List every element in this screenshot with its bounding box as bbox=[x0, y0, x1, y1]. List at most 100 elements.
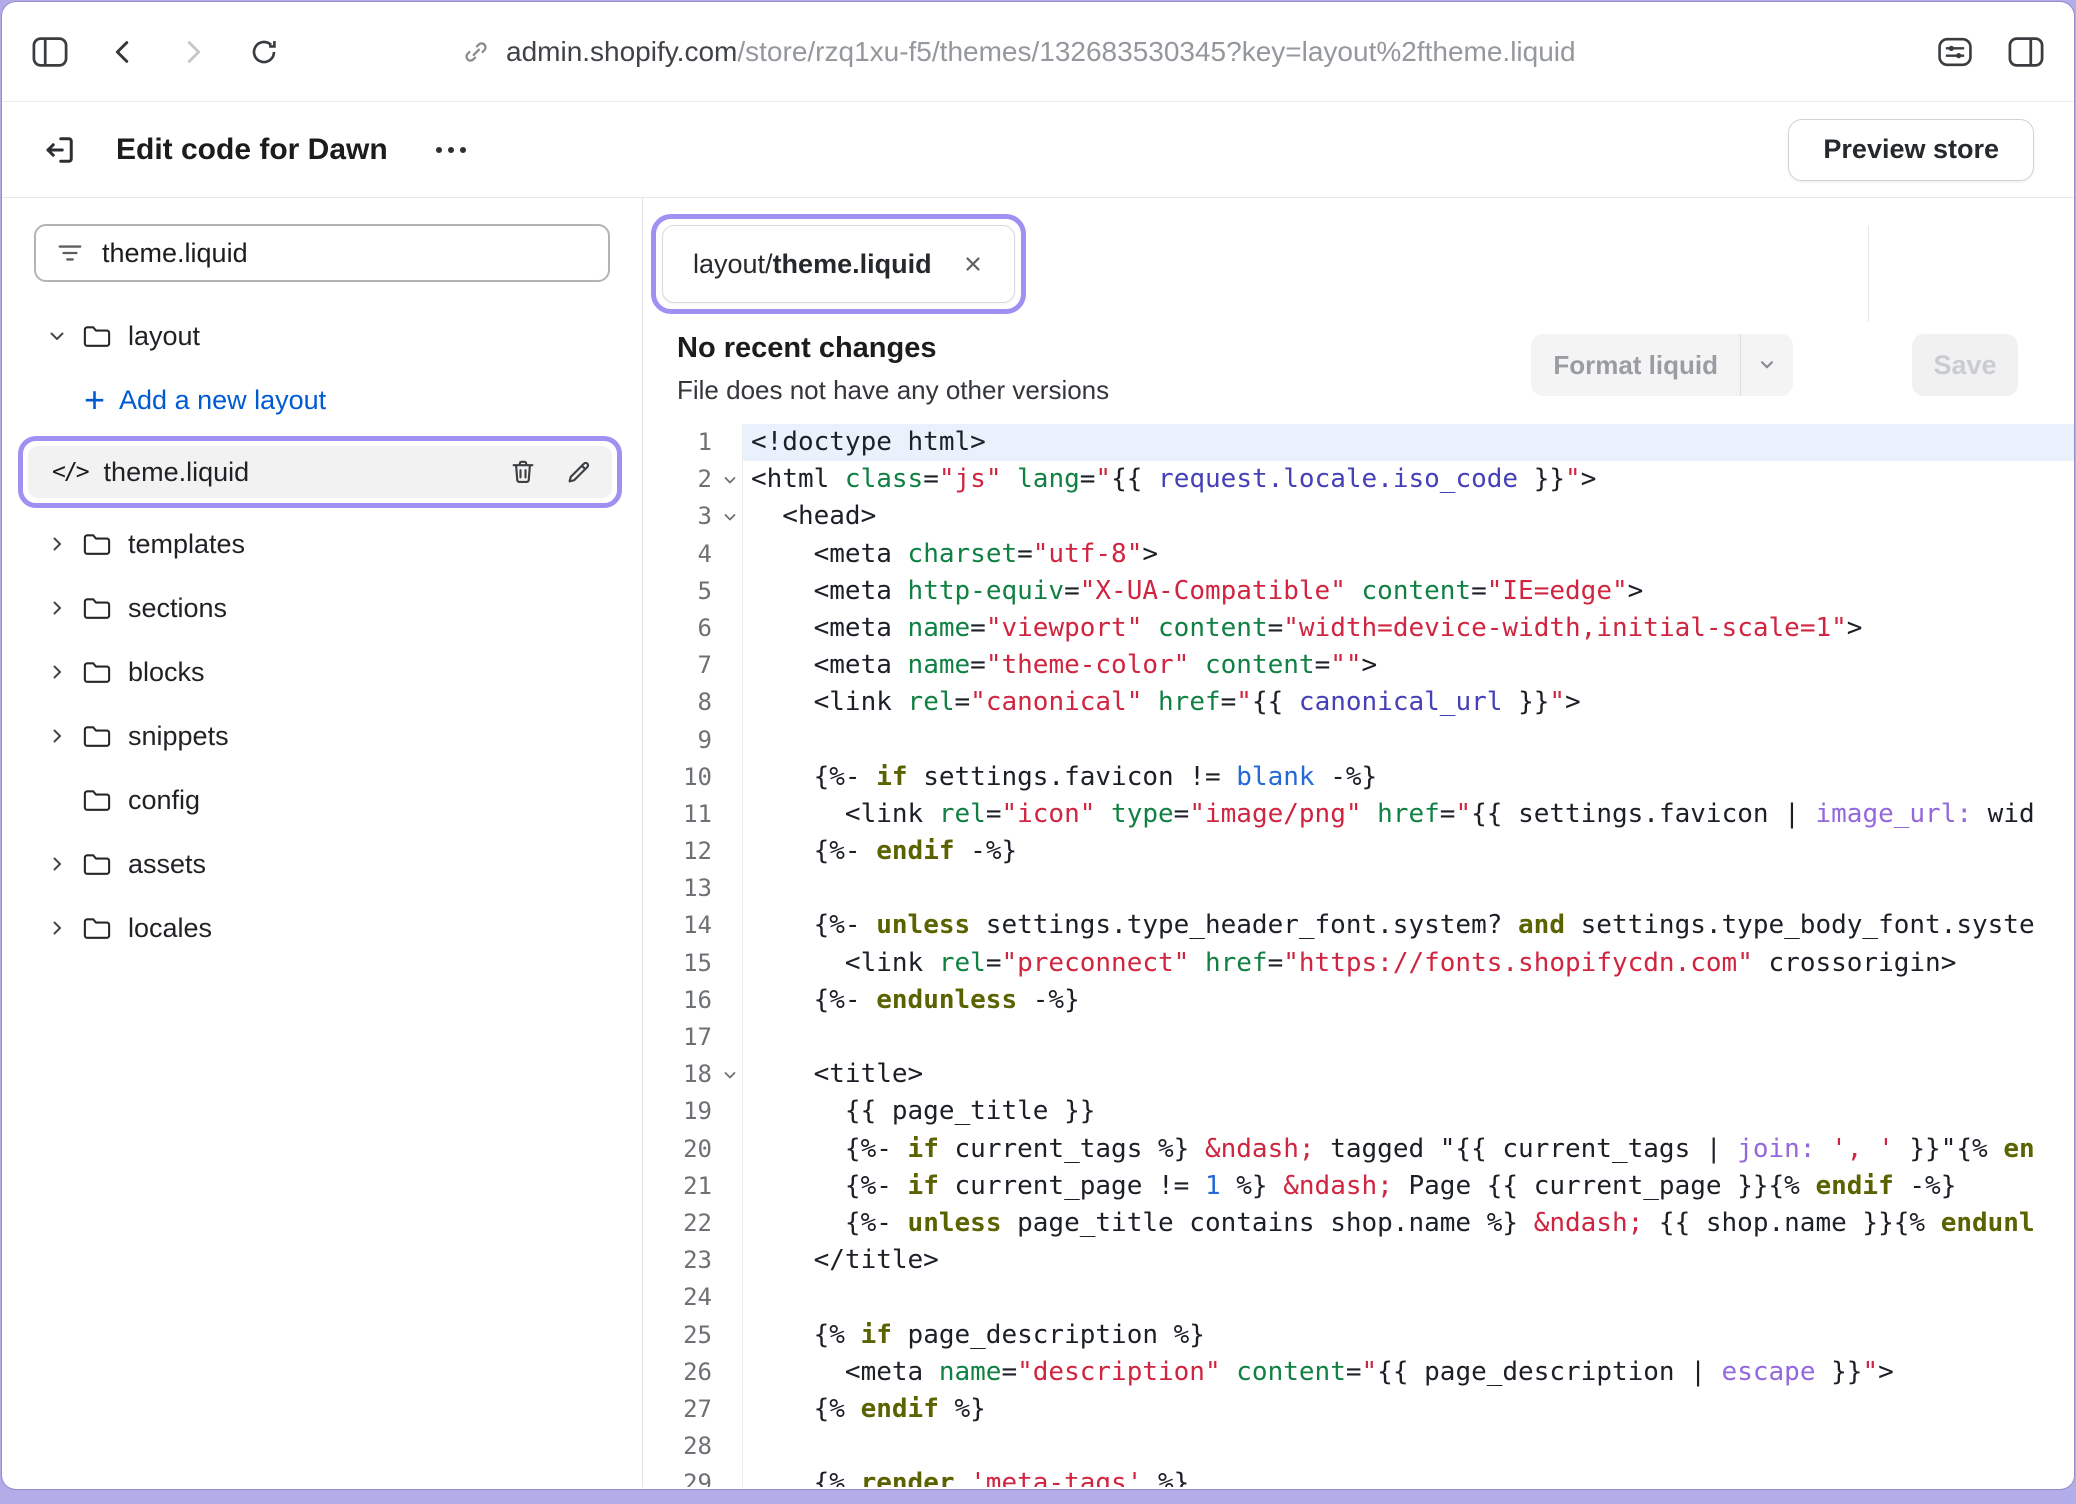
tab-layout-theme-liquid[interactable]: layout/theme.liquid bbox=[662, 225, 1015, 303]
file-search-input[interactable]: theme.liquid bbox=[34, 224, 610, 282]
sidebar-item-layout[interactable]: layout bbox=[2, 304, 642, 368]
right-panel-icon[interactable] bbox=[2008, 37, 2044, 67]
sidebar-item-label: snippets bbox=[128, 721, 229, 752]
chevron-right-icon[interactable] bbox=[46, 726, 68, 746]
line-number: 13 bbox=[643, 870, 743, 907]
app-header: Edit code for Dawn Preview store bbox=[2, 102, 2074, 198]
sidebar-item-label: layout bbox=[128, 321, 200, 352]
extensions-icon[interactable] bbox=[1938, 37, 1972, 67]
line-number: 25 bbox=[643, 1317, 743, 1354]
code-line-7[interactable]: 7 <meta name="theme-color" content=""> bbox=[643, 647, 2074, 684]
chevron-right-icon[interactable] bbox=[46, 918, 68, 938]
sidebar-item-label: locales bbox=[128, 913, 212, 944]
url-path: /store/rzq1xu-f5/themes/132683530345?key… bbox=[737, 36, 1575, 67]
code-line-23[interactable]: 23 </title> bbox=[643, 1242, 2074, 1279]
code-line-16[interactable]: 16 {%- endunless -%} bbox=[643, 982, 2074, 1019]
url-text: admin.shopify.com/store/rzq1xu-f5/themes… bbox=[506, 36, 1576, 68]
tab-annotation-ring: layout/theme.liquid bbox=[651, 214, 1026, 314]
code-line-14[interactable]: 14 {%- unless settings.type_header_font.… bbox=[643, 907, 2074, 944]
chevron-right-icon[interactable] bbox=[46, 854, 68, 874]
folder-icon bbox=[82, 659, 112, 685]
code-line-17[interactable]: 17 bbox=[643, 1019, 2074, 1056]
code-line-3[interactable]: 3 <head> bbox=[643, 498, 2074, 535]
sidebar-item-templates[interactable]: templates bbox=[2, 512, 642, 576]
url-domain: admin.shopify.com bbox=[506, 36, 737, 67]
code-line-1[interactable]: 1<!doctype html> bbox=[643, 424, 2074, 461]
add-layout-button[interactable]: +Add a new layout bbox=[2, 368, 642, 432]
url-bar[interactable]: admin.shopify.com/store/rzq1xu-f5/themes… bbox=[462, 2, 1576, 101]
sidebar-item-snippets[interactable]: snippets bbox=[2, 704, 642, 768]
format-liquid-button[interactable]: Format liquid bbox=[1531, 334, 1793, 396]
chevron-right-icon[interactable] bbox=[46, 662, 68, 682]
reload-icon[interactable] bbox=[248, 36, 280, 68]
code-line-26[interactable]: 26 <meta name="description" content="{{ … bbox=[643, 1354, 2074, 1391]
browser-window: admin.shopify.com/store/rzq1xu-f5/themes… bbox=[2, 2, 2074, 1489]
browser-toolbar: admin.shopify.com/store/rzq1xu-f5/themes… bbox=[2, 2, 2074, 102]
chevron-right-icon[interactable] bbox=[46, 598, 68, 618]
code-line-20[interactable]: 20 {%- if current_tags %} &ndash; tagged… bbox=[643, 1131, 2074, 1168]
sidebar-item-sections[interactable]: sections bbox=[2, 576, 642, 640]
delete-file-icon[interactable] bbox=[508, 457, 538, 487]
code-editor[interactable]: 1<!doctype html>2<html class="js" lang="… bbox=[643, 424, 2074, 1487]
sidebar-item-config[interactable]: config bbox=[2, 768, 642, 832]
line-number: 28 bbox=[643, 1428, 743, 1465]
rename-file-icon[interactable] bbox=[564, 457, 594, 487]
tab-close-icon[interactable] bbox=[962, 253, 984, 275]
code-line-18[interactable]: 18 <title> bbox=[643, 1056, 2074, 1093]
preview-store-button[interactable]: Preview store bbox=[1788, 119, 2034, 181]
code-line-15[interactable]: 15 <link rel="preconnect" href="https://… bbox=[643, 945, 2074, 982]
code-line-2[interactable]: 2<html class="js" lang="{{ request.local… bbox=[643, 461, 2074, 498]
filter-icon bbox=[56, 241, 84, 265]
code-line-12[interactable]: 12 {%- endif -%} bbox=[643, 833, 2074, 870]
chevron-right-icon[interactable] bbox=[46, 534, 68, 554]
chevron-down-icon[interactable] bbox=[1741, 354, 1793, 376]
sidebar-item-label: sections bbox=[128, 593, 227, 624]
code-line-9[interactable]: 9 bbox=[643, 722, 2074, 759]
code-line-21[interactable]: 21 {%- if current_page != 1 %} &ndash; P… bbox=[643, 1168, 2074, 1205]
line-number: 12 bbox=[643, 833, 743, 870]
folder-icon bbox=[82, 787, 112, 813]
line-number: 21 bbox=[643, 1168, 743, 1205]
fold-chevron-icon[interactable] bbox=[722, 1067, 738, 1083]
code-line-22[interactable]: 22 {%- unless page_title contains shop.n… bbox=[643, 1205, 2074, 1242]
code-line-5[interactable]: 5 <meta http-equiv="X-UA-Compatible" con… bbox=[643, 573, 2074, 610]
link-icon bbox=[462, 38, 490, 66]
sidebar-item-assets[interactable]: assets bbox=[2, 832, 642, 896]
more-options-button[interactable] bbox=[426, 137, 476, 163]
code-line-13[interactable]: 13 bbox=[643, 870, 2074, 907]
line-number: 9 bbox=[643, 722, 743, 759]
fold-chevron-icon[interactable] bbox=[722, 509, 738, 525]
plus-icon: + bbox=[84, 382, 105, 418]
file-tree: layout +Add a new layout </>theme.liquid te… bbox=[2, 304, 642, 960]
forward-icon[interactable] bbox=[178, 37, 208, 67]
status-subtitle: File does not have any other versions bbox=[677, 375, 2074, 406]
sidebar-item-locales[interactable]: locales bbox=[2, 896, 642, 960]
code-line-11[interactable]: 11 <link rel="icon" type="image/png" hre… bbox=[643, 796, 2074, 833]
code-line-29[interactable]: 29 {% render 'meta-tags' %} bbox=[643, 1465, 2074, 1487]
code-line-28[interactable]: 28 bbox=[643, 1428, 2074, 1465]
line-number: 6 bbox=[643, 610, 743, 647]
status-title: No recent changes bbox=[677, 322, 2074, 365]
sidebar-item-theme-liquid[interactable]: </>theme.liquid bbox=[28, 446, 612, 498]
save-button[interactable]: Save bbox=[1912, 334, 2018, 396]
code-line-25[interactable]: 25 {% if page_description %} bbox=[643, 1317, 2074, 1354]
line-number: 23 bbox=[643, 1242, 743, 1279]
code-line-6[interactable]: 6 <meta name="viewport" content="width=d… bbox=[643, 610, 2074, 647]
line-number: 10 bbox=[643, 759, 743, 796]
back-icon[interactable] bbox=[108, 37, 138, 67]
browser-sidebar-toggle-icon[interactable] bbox=[32, 37, 68, 67]
fold-chevron-icon[interactable] bbox=[722, 472, 738, 488]
code-line-4[interactable]: 4 <meta charset="utf-8"> bbox=[643, 536, 2074, 573]
file-sidebar: theme.liquid layout +Add a new layout </>t… bbox=[2, 198, 643, 1487]
sidebar-item-label: theme.liquid bbox=[104, 457, 250, 488]
code-line-10[interactable]: 10 {%- if settings.favicon != blank -%} bbox=[643, 759, 2074, 796]
exit-icon[interactable] bbox=[42, 132, 78, 168]
page-title: Edit code for Dawn bbox=[116, 133, 388, 167]
code-line-19[interactable]: 19 {{ page_title }} bbox=[643, 1093, 2074, 1130]
line-number: 2 bbox=[643, 461, 743, 498]
code-line-24[interactable]: 24 bbox=[643, 1279, 2074, 1316]
code-line-27[interactable]: 27 {% endif %} bbox=[643, 1391, 2074, 1428]
chevron-down-icon[interactable] bbox=[46, 326, 68, 346]
sidebar-item-blocks[interactable]: blocks bbox=[2, 640, 642, 704]
code-line-8[interactable]: 8 <link rel="canonical" href="{{ canonic… bbox=[643, 684, 2074, 721]
